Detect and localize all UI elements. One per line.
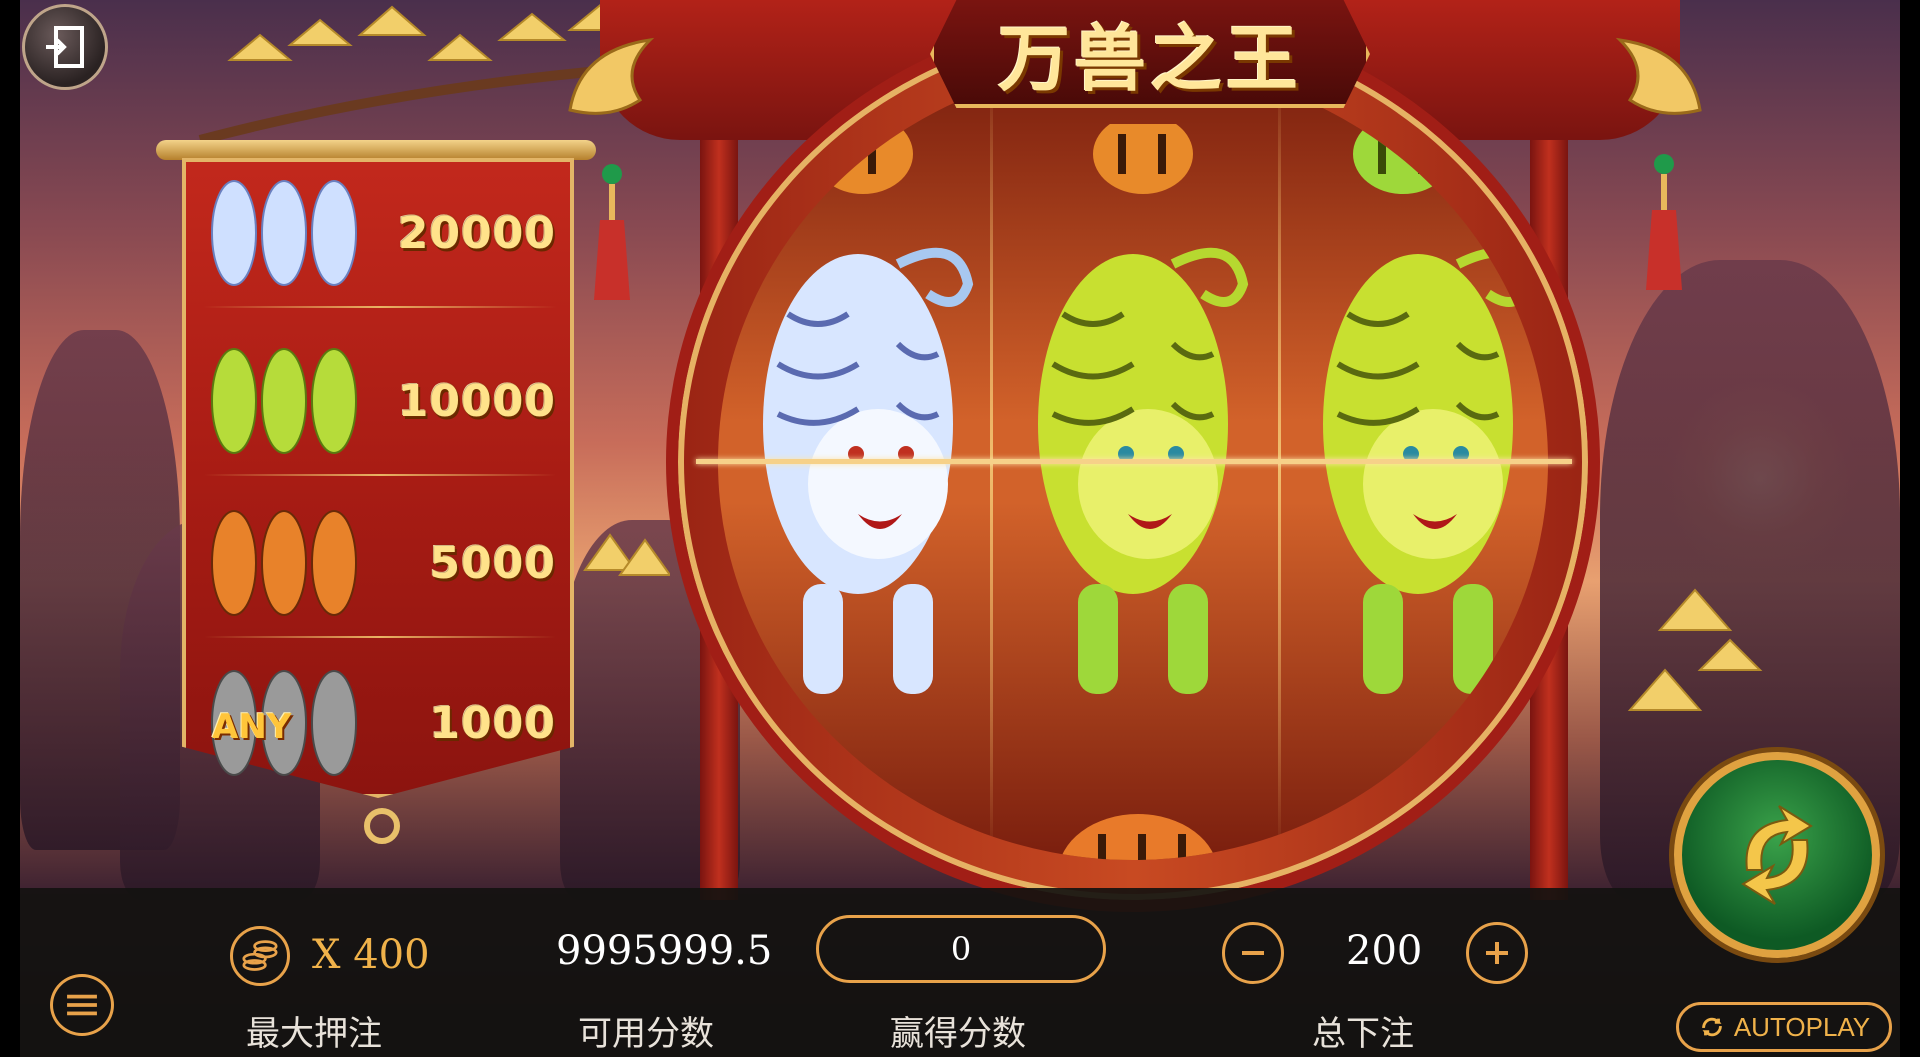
three-green-tigers-icon: [204, 341, 364, 461]
three-orange-tigers-icon: [204, 503, 364, 623]
menu-button[interactable]: [50, 974, 114, 1036]
exit-door-icon: [46, 26, 84, 68]
total-bet-label: 总下注: [1312, 1014, 1414, 1054]
tassel-left-icon: [594, 164, 630, 300]
decrease-bet-button[interactable]: [1222, 922, 1284, 984]
banner-rod: [156, 140, 596, 160]
plus-icon: [1486, 942, 1508, 964]
autoplay-refresh-icon: [1702, 1017, 1722, 1037]
tassel-right-icon: [1646, 154, 1682, 290]
game-title: 万兽之王: [997, 16, 1302, 101]
three-any-tigers-icon: ANY: [204, 663, 364, 783]
letterbox-right: [1900, 0, 1920, 1057]
reel-3-green-tiger-icon: [1308, 224, 1538, 704]
paytable-divider: [204, 306, 556, 308]
balance-value: 9995999.5: [556, 928, 773, 974]
autoplay-button[interactable]: AUTOPLAY: [1676, 1002, 1892, 1052]
banner-knob-icon: [364, 808, 400, 844]
paytable-row: 10000: [204, 326, 556, 476]
max-bet-button[interactable]: [230, 926, 290, 986]
center-payline: [696, 459, 1572, 464]
win-amount-box: 0: [816, 915, 1106, 983]
paytable-amount: 20000: [397, 207, 556, 259]
reel-1-white-tiger-icon: [748, 224, 978, 704]
any-label: ANY: [212, 707, 292, 747]
roof-ornament-left-icon: [568, 37, 655, 115]
reel-2-green-tiger-icon: [1023, 224, 1253, 704]
roof-ornament-right-icon: [1615, 37, 1702, 115]
paytable-row: 20000: [204, 158, 556, 308]
win-value: 0: [950, 930, 972, 968]
paytable-amount: 5000: [429, 537, 556, 589]
ginkgo-leaves-right-icon: [1627, 588, 1763, 711]
paytable-divider: [204, 636, 556, 638]
tiger-orange-partial-icon: [1093, 124, 1193, 194]
paytable-row: 5000: [204, 488, 556, 638]
autoplay-label: AUTOPLAY: [1733, 1011, 1871, 1042]
coin-stack-icon: [242, 940, 278, 971]
max-bet-multiplier: X 400: [312, 932, 430, 978]
increase-bet-button[interactable]: [1466, 922, 1528, 984]
win-label: 赢得分数: [890, 1014, 1026, 1054]
tiger-orange-partial-icon: [1060, 814, 1216, 860]
tiger-orange-partial-icon: [813, 124, 913, 194]
tiger-green-partial-icon: [1353, 124, 1453, 194]
exit-button[interactable]: [22, 4, 108, 90]
ginkgo-leaves-icon: [583, 533, 670, 576]
paytable-row: ANY 1000: [204, 648, 556, 798]
minus-icon: [1242, 951, 1264, 955]
total-bet-value: 200: [1346, 928, 1423, 974]
three-white-tigers-icon: [204, 173, 364, 293]
paytable-divider: [204, 474, 556, 476]
letterbox-left: [0, 0, 20, 1057]
paytable-banner: 20000 10000 5000 ANY 1000: [156, 140, 596, 888]
paytable-amount: 10000: [397, 375, 556, 427]
spin-button[interactable]: [1674, 752, 1880, 958]
spin-arrows-icon: [1741, 805, 1813, 905]
hamburger-menu-icon: [67, 994, 97, 1016]
paytable-amount: 1000: [429, 697, 556, 749]
balance-label: 可用分数: [578, 1014, 714, 1054]
max-bet-label: 最大押注: [246, 1014, 382, 1054]
game-title-plate: 万兽之王: [930, 0, 1370, 108]
